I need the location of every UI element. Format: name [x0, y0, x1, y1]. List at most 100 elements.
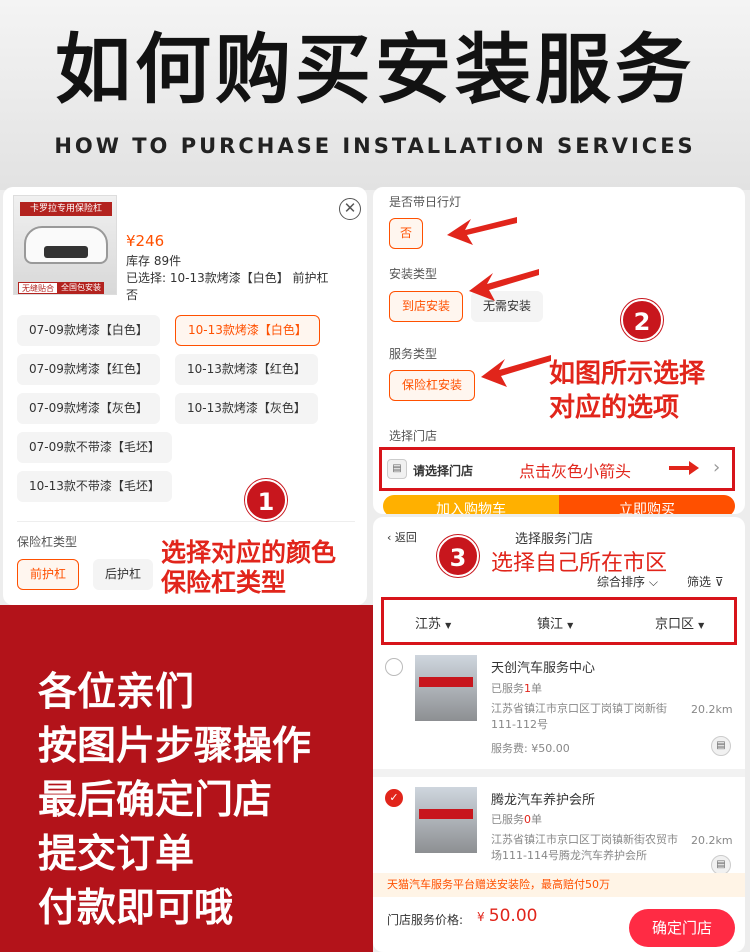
service-type-option[interactable]: 保险杠安装	[389, 370, 476, 401]
close-icon[interactable]: ✕	[339, 198, 361, 220]
arrow-icon	[469, 269, 539, 301]
province-label: 江苏	[415, 617, 442, 632]
page-title: 如何购买安装服务	[55, 25, 695, 114]
chevron-down-icon: ⌵	[648, 575, 658, 589]
instruction-line: 提交订单	[38, 832, 195, 877]
step-2-text-line: 对应的选项	[549, 393, 680, 423]
product-selected: 已选择: 10-13款烤漆【白色】 前护杠	[126, 271, 329, 285]
store-address: 江苏省镇江市京口区丁岗镇丁岗新街111-112号	[491, 702, 667, 731]
store-placeholder: 请选择门店	[413, 464, 474, 478]
price-amount: 50.00	[488, 906, 538, 926]
insurance-notice: 天猫汽车服务平台赠送安装险，最高赔付50万	[373, 873, 745, 897]
product-stock: 库存 89件	[126, 254, 182, 268]
variant-option[interactable]: 10-13款烤漆【红色】	[175, 354, 318, 385]
price-label: 门店服务价格:	[387, 913, 464, 927]
variant-option[interactable]: 07-09款烤漆【白色】	[17, 315, 160, 346]
price-symbol: ¥	[477, 910, 485, 924]
bumper-type-front[interactable]: 前护杠	[17, 559, 80, 590]
install-type-label: 安装类型	[389, 267, 438, 281]
store-distance: 20.2km	[691, 703, 733, 716]
product-image-tag: 全国包安装	[58, 282, 104, 294]
daylight-label: 是否带日行灯	[389, 195, 462, 209]
served-suffix: 单	[531, 682, 542, 695]
daylight-option[interactable]: 否	[389, 218, 424, 249]
filter-label: 筛选	[687, 575, 712, 589]
store-address: 江苏省镇江市京口区丁岗镇新街农贸市场111-114号腾龙汽车养护会所	[491, 833, 678, 862]
step-1-text: 选择对应的颜色 保险杠类型	[161, 538, 336, 598]
store-sign	[419, 809, 473, 819]
bumper-type-rear[interactable]: 后护杠	[93, 559, 154, 590]
divider	[373, 769, 745, 777]
served-count: 0	[524, 813, 531, 826]
arrow-right-icon	[669, 461, 699, 475]
store-name: 腾龙汽车养护会所	[491, 793, 596, 808]
instruction-panel: 各位亲们 按图片步骤操作 最后确定门店 提交订单 付款即可哦	[0, 605, 373, 952]
sort-dropdown[interactable]: 综合排序 ⌵	[597, 573, 658, 590]
province-dropdown[interactable]: 江苏 ▼	[415, 613, 451, 632]
city-dropdown[interactable]: 镇江 ▼	[537, 613, 573, 632]
store-picker-panel: ‹ 返回 选择服务门店 3 选择自己所在市区 综合排序 ⌵ 筛选 ⊽ 江苏 ▼ …	[373, 517, 745, 952]
product-selected-extra: 否	[126, 288, 139, 302]
header: 如何购买安装服务 HOW TO PURCHASE INSTALLATION SE…	[0, 0, 750, 190]
served-count: 1	[524, 682, 531, 695]
served-prefix: 已服务	[491, 813, 524, 826]
instruction-line: 按图片步骤操作	[38, 724, 312, 769]
bumper-illustration	[24, 226, 108, 264]
store-photo	[415, 787, 477, 853]
back-label: 返回	[394, 531, 417, 544]
bumper-type-label: 保险杠类型	[17, 535, 78, 549]
store-photo	[415, 655, 477, 721]
caret-down-icon: ▼	[445, 621, 452, 630]
product-image-tag: 无缝贴合	[18, 282, 58, 294]
instruction-line: 付款即可哦	[38, 886, 234, 931]
arrow-icon	[481, 355, 551, 387]
product-image-banner: 卡罗拉专用保险杠	[20, 202, 112, 216]
divider	[17, 521, 355, 522]
step-2-badge: 2	[621, 299, 663, 341]
install-type-store[interactable]: 到店安装	[389, 291, 464, 322]
product-image: 卡罗拉专用保险杠 无缝贴合 全国包安装	[13, 195, 117, 295]
district-dropdown[interactable]: 京口区 ▼	[655, 613, 704, 632]
store-sign	[419, 677, 473, 687]
store-served: 已服务1单	[491, 680, 542, 696]
options-panel: 是否带日行灯 否 安装类型 到店安装 无需安装 服务类型 保险杠安装 2 如图所…	[373, 187, 745, 514]
grill-illustration	[44, 246, 88, 258]
variant-option[interactable]: 10-13款烤漆【灰色】	[175, 393, 318, 424]
back-link[interactable]: ‹ 返回	[387, 529, 417, 545]
store-distance: 20.2km	[691, 834, 733, 847]
step-2-text: 如图所示选择 对应的选项	[549, 357, 705, 425]
store-icon[interactable]: ▤	[711, 855, 731, 875]
store-icon[interactable]: ▤	[711, 736, 731, 756]
chevron-left-icon: ‹	[387, 531, 395, 544]
service-type-label: 服务类型	[389, 347, 438, 361]
city-label: 镇江	[537, 617, 564, 632]
page-subtitle: HOW TO PURCHASE INSTALLATION SERVICES	[54, 134, 696, 158]
caret-down-icon: ▼	[698, 621, 705, 630]
arrow-icon	[447, 217, 517, 245]
step-1-badge: 1	[245, 479, 287, 521]
variant-option-selected[interactable]: 10-13款烤漆【白色】	[175, 315, 320, 346]
confirm-store-button[interactable]: 确定门店	[629, 909, 735, 947]
add-cart-button[interactable]: 加入购物车	[383, 495, 559, 514]
variant-option[interactable]: 07-09款烤漆【红色】	[17, 354, 160, 385]
filter-icon: ⊽	[714, 575, 724, 589]
store-fee: 服务费: ¥50.00	[491, 742, 570, 755]
buy-now-button[interactable]: 立即购买	[559, 495, 735, 514]
step-2-text-line: 如图所示选择	[549, 359, 706, 389]
store-name: 天创汽车服务中心	[491, 661, 596, 676]
store-icon: ▤	[387, 459, 407, 479]
instruction-line: 各位亲们	[38, 670, 195, 715]
variant-option[interactable]: 10-13款不带漆【毛坯】	[17, 471, 172, 502]
step-3-badge: 3	[437, 535, 479, 577]
caret-down-icon: ▼	[567, 621, 574, 630]
variant-option[interactable]: 07-09款烤漆【灰色】	[17, 393, 160, 424]
sort-label: 综合排序	[597, 575, 646, 589]
store-radio[interactable]	[385, 658, 403, 676]
filter-button[interactable]: 筛选 ⊽	[687, 573, 724, 590]
served-suffix: 单	[531, 813, 542, 826]
store-radio-checked[interactable]: ✓	[385, 789, 403, 807]
served-prefix: 已服务	[491, 682, 524, 695]
store-served: 已服务0单	[491, 811, 542, 827]
variant-option[interactable]: 07-09款不带漆【毛坯】	[17, 432, 172, 463]
chevron-right-icon[interactable]: ›	[713, 457, 720, 478]
